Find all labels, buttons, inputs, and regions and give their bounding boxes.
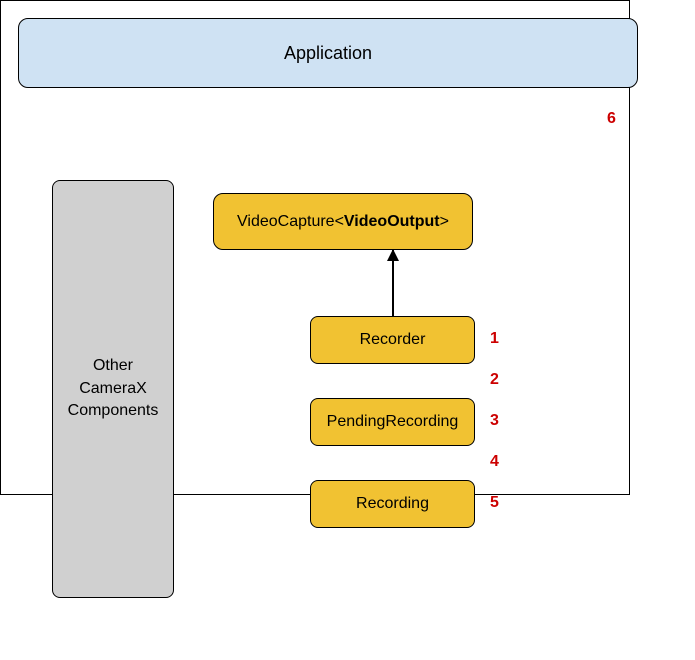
recording-label: Recording <box>356 495 429 513</box>
num-label-4: 4 <box>490 453 499 471</box>
recording-box: Recording <box>310 480 475 528</box>
videocapture-suffix: > <box>440 213 449 230</box>
num-label-3: 3 <box>490 412 499 430</box>
videocapture-box: VideoCapture<VideoOutput> <box>213 193 473 250</box>
videocapture-bold: VideoOutput <box>344 213 440 230</box>
num-label-2: 2 <box>490 371 499 389</box>
arrow-recorder-to-videocapture <box>392 250 394 316</box>
application-label: Application <box>284 43 372 64</box>
pendingrecording-label: PendingRecording <box>327 413 459 431</box>
num-label-1: 1 <box>490 330 499 348</box>
other-camerax-label: Other CameraX Components <box>68 355 159 422</box>
pendingrecording-box: PendingRecording <box>310 398 475 446</box>
recorder-label: Recorder <box>360 331 426 349</box>
num-label-6: 6 <box>607 110 616 128</box>
recorder-box: Recorder <box>310 316 475 364</box>
other-camerax-box: Other CameraX Components <box>52 180 174 598</box>
num-label-5: 5 <box>490 494 499 512</box>
videocapture-label: VideoCapture<VideoOutput> <box>237 213 449 231</box>
videocapture-prefix: VideoCapture< <box>237 213 344 230</box>
application-box: Application <box>18 18 638 88</box>
